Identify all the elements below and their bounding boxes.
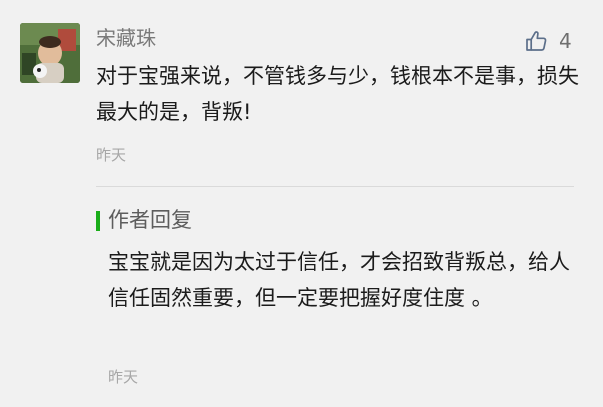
thumbs-up-icon[interactable] bbox=[524, 29, 548, 53]
author-reply: 作者回复 宝宝就是因为太过于信任，才会招致背叛总，给人信任固然重要，但一定要把握… bbox=[0, 190, 603, 407]
reply-indicator-bar bbox=[96, 211, 100, 231]
like-button[interactable]: 4 bbox=[524, 26, 572, 56]
comment-timestamp: 昨天 bbox=[96, 146, 127, 164]
comment-author-name: 宋藏珠 bbox=[96, 26, 156, 50]
comment-item: 宋藏珠 4 对于宝强来说，不管钱多与少，钱根本不是事，损失最大的是，背叛! 昨天 bbox=[0, 0, 603, 190]
like-count: 4 bbox=[559, 29, 572, 53]
reply-timestamp: 昨天 bbox=[108, 368, 139, 386]
reply-text: 宝宝就是因为太过于信任，才会招致背叛总，给人信任固然重要，但一定要把握好度住度 … bbox=[108, 250, 570, 310]
reply-label: 作者回复 bbox=[108, 208, 192, 232]
divider bbox=[96, 186, 574, 187]
comment-text: 对于宝强来说，不管钱多与少，钱根本不是事，损失最大的是，背叛! bbox=[96, 64, 579, 124]
avatar[interactable] bbox=[20, 23, 80, 83]
